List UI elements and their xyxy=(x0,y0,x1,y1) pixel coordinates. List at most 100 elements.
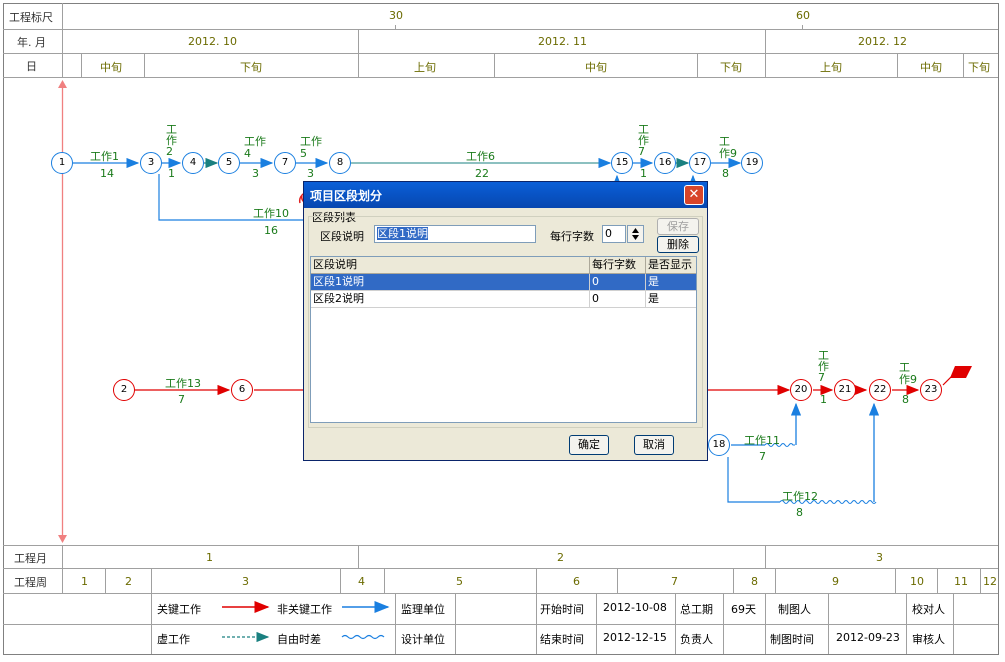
table-row-1-desc[interactable]: 区段1说明 xyxy=(311,274,590,291)
section-desc-input[interactable]: 区段1说明 xyxy=(374,225,536,243)
scale-tick-60: 60 xyxy=(796,9,810,22)
table-header-chars[interactable]: 每行字数 xyxy=(590,257,646,274)
checker-label: 校对人 xyxy=(912,603,945,616)
week-cell: 7 xyxy=(671,575,678,588)
week-cell: 3 xyxy=(242,575,249,588)
week-cell: 10 xyxy=(910,575,924,588)
task-label: 工 作9 xyxy=(899,361,917,386)
month-2012-11: 2012. 11 xyxy=(538,35,587,48)
scale-label: 工程标尺 xyxy=(9,11,53,24)
chars-per-line-input[interactable]: 0 xyxy=(602,225,626,243)
project-month-3: 3 xyxy=(876,551,883,564)
month-2012-10: 2012. 10 xyxy=(188,35,237,48)
week-cell: 11 xyxy=(954,575,968,588)
end-time-label: 结束时间 xyxy=(540,633,584,646)
table-row-2-chars[interactable]: 0 xyxy=(590,291,646,308)
node-18[interactable]: 18 xyxy=(708,434,730,456)
table-header-desc[interactable]: 区段说明 xyxy=(311,257,590,274)
day-row-label: 日 xyxy=(26,60,37,73)
node-16[interactable]: 16 xyxy=(654,152,676,174)
ok-button[interactable]: 确定 xyxy=(569,435,609,455)
legend-critical-label: 关键工作 xyxy=(157,603,201,616)
table-row-2-show[interactable]: 是 xyxy=(646,291,696,308)
task-duration: 1 xyxy=(820,393,827,406)
node-1[interactable]: 1 xyxy=(51,152,73,174)
node-20[interactable]: 20 xyxy=(790,379,812,401)
table-row-1-show[interactable]: 是 xyxy=(646,274,696,291)
table-row-2-desc[interactable]: 区段2说明 xyxy=(311,291,590,308)
start-time-value: 2012-10-08 xyxy=(603,601,667,614)
week-cell: 9 xyxy=(832,575,839,588)
task-duration: 1 xyxy=(640,167,647,180)
dialog-title: 项目区段划分 xyxy=(310,189,383,203)
week-cell: 2 xyxy=(125,575,132,588)
period-cell: 下旬 xyxy=(720,61,742,74)
week-cell: 1 xyxy=(81,575,88,588)
save-button[interactable]: 保存 xyxy=(657,218,699,235)
node-15[interactable]: 15 xyxy=(611,152,633,174)
period-cell: 中旬 xyxy=(585,61,607,74)
scale-tick-30: 30 xyxy=(389,9,403,22)
project-month-label: 工程月 xyxy=(14,552,47,565)
node-19[interactable]: 19 xyxy=(741,152,763,174)
node-4[interactable]: 4 xyxy=(182,152,204,174)
designer-label: 设计单位 xyxy=(401,633,445,646)
legend-noncritical-label: 非关键工作 xyxy=(277,603,332,616)
cancel-button[interactable]: 取消 xyxy=(634,435,674,455)
task-label: 工作12 xyxy=(782,490,818,503)
month-2012-12: 2012. 12 xyxy=(858,35,907,48)
node-6[interactable]: 6 xyxy=(231,379,253,401)
project-month-2: 2 xyxy=(557,551,564,564)
node-3[interactable]: 3 xyxy=(140,152,162,174)
task-duration: 3 xyxy=(252,167,259,180)
period-cell: 上旬 xyxy=(414,61,436,74)
legend-float-label: 自由时差 xyxy=(277,633,321,646)
node-21[interactable]: 21 xyxy=(834,379,856,401)
delete-button[interactable]: 删除 xyxy=(657,236,699,253)
node-23[interactable]: 23 xyxy=(920,379,942,401)
node-2[interactable]: 2 xyxy=(113,379,135,401)
task-duration: 16 xyxy=(264,224,278,237)
task-duration: 7 xyxy=(178,393,185,406)
network-chart-window: 工程标尺 30 60 年. 月 2012. 10 2012. 11 2012. … xyxy=(0,0,1005,662)
project-week-label: 工程周 xyxy=(14,576,47,589)
week-cell: 4 xyxy=(358,575,365,588)
section-division-dialog: 项目区段划分 ✕ 区段列表 区段说明 区段1说明 每行字数 0 保存 删除 区段… xyxy=(303,181,708,461)
node-5[interactable]: 5 xyxy=(218,152,240,174)
close-icon[interactable]: ✕ xyxy=(684,185,704,205)
task-duration: 1 xyxy=(168,167,175,180)
table-header-show[interactable]: 是否显示 xyxy=(646,257,696,274)
node-17[interactable]: 17 xyxy=(689,152,711,174)
week-cell: 5 xyxy=(456,575,463,588)
chars-per-line-label: 每行字数 xyxy=(550,230,594,243)
owner-label: 负责人 xyxy=(680,633,713,646)
duration-label: 总工期 xyxy=(680,603,713,616)
table-row-1-chars[interactable]: 0 xyxy=(590,274,646,291)
week-cell: 6 xyxy=(573,575,580,588)
spinner-icon[interactable] xyxy=(627,225,644,243)
node-22[interactable]: 22 xyxy=(869,379,891,401)
supervisor-label: 监理单位 xyxy=(401,603,445,616)
node-8[interactable]: 8 xyxy=(329,152,351,174)
node-7[interactable]: 7 xyxy=(274,152,296,174)
section-table: 区段说明 每行字数 是否显示 区段1说明 0 是 区段2说明 0 是 xyxy=(310,256,697,423)
week-cell: 8 xyxy=(751,575,758,588)
task-label: 工作6 xyxy=(466,150,495,163)
task-label: 工作10 xyxy=(253,207,289,220)
task-duration: 8 xyxy=(722,167,729,180)
drawer-label: 制图人 xyxy=(778,603,811,616)
month-row-label: 年. 月 xyxy=(17,36,46,49)
start-time-label: 开始时间 xyxy=(540,603,584,616)
task-label: 工 作9 xyxy=(719,135,737,160)
period-cell: 下旬 xyxy=(240,61,262,74)
task-label: 工作1 xyxy=(90,150,119,163)
period-cell: 下旬 xyxy=(968,61,990,74)
dialog-title-bar[interactable]: 项目区段划分 ✕ xyxy=(304,182,707,208)
duration-value: 69天 xyxy=(731,603,756,616)
finish-flag-icon xyxy=(950,366,972,378)
period-cell: 上旬 xyxy=(820,61,842,74)
task-duration: 22 xyxy=(475,167,489,180)
section-desc-label: 区段说明 xyxy=(320,230,364,243)
task-duration: 8 xyxy=(796,506,803,519)
task-label: 工作 5 xyxy=(300,135,322,160)
